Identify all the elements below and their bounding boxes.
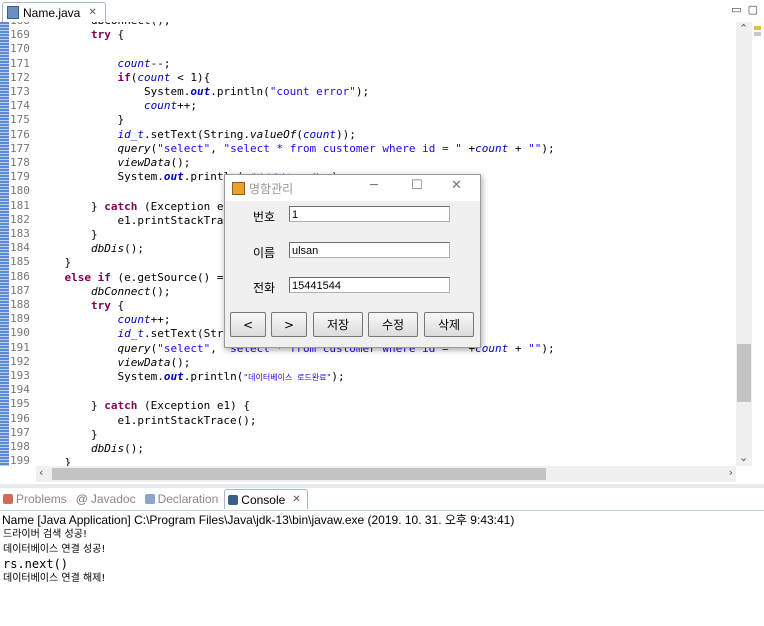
close-icon[interactable]: ✕ xyxy=(88,7,96,18)
tab-name-java[interactable]: Name.java ✕ xyxy=(2,2,106,22)
tab-problems[interactable]: Problems xyxy=(0,492,73,506)
name-field[interactable]: ulsan xyxy=(289,242,450,258)
editor-vertical-scrollbar[interactable]: ⌃ ⌄ xyxy=(736,22,752,466)
java-app-icon xyxy=(232,182,245,195)
line-number: 169 xyxy=(10,28,30,42)
close-icon[interactable]: ✕ xyxy=(292,494,300,505)
console-icon xyxy=(228,494,239,505)
prev-button[interactable]: < xyxy=(230,312,266,337)
declaration-icon xyxy=(144,494,155,504)
close-icon[interactable]: ✕ xyxy=(451,178,462,193)
line-number: 187 xyxy=(10,283,30,297)
console-line: rs.next() xyxy=(3,557,69,571)
editor-tab-bar: Name.java ✕ ▭ ▢ xyxy=(0,0,764,23)
line-number: 184 xyxy=(10,241,30,255)
tab-label: Name.java xyxy=(23,5,81,20)
number-field[interactable]: 1 xyxy=(289,206,450,222)
line-number: 170 xyxy=(10,42,30,56)
scroll-down-icon[interactable]: ⌄ xyxy=(739,451,748,464)
view-controls: ▭ ▢ xyxy=(731,3,758,16)
overview-marker[interactable] xyxy=(754,32,761,36)
save-button[interactable]: 저장 xyxy=(313,312,363,337)
tab-console[interactable]: Console ✕ xyxy=(224,489,308,509)
problems-icon xyxy=(3,494,13,504)
line-number: 175 xyxy=(10,113,30,127)
tab-label: Declaration xyxy=(157,492,219,506)
line-number: 176 xyxy=(10,127,30,141)
line-number: 194 xyxy=(10,383,30,397)
business-card-dialog[interactable]: 명함관리 ─ ☐ ✕ 번호 1 이름 ulsan 전화 15441544 < >… xyxy=(224,174,481,348)
editor-horizontal-scrollbar[interactable]: ‹ › xyxy=(36,466,736,482)
line-number-gutter: 1681691701711721731741751761771781791801… xyxy=(10,22,36,466)
line-number: 193 xyxy=(10,369,30,383)
line-number: 197 xyxy=(10,425,30,439)
line-number: 178 xyxy=(10,156,30,170)
line-number: 186 xyxy=(10,269,30,283)
line-number: 198 xyxy=(10,440,30,454)
line-number: 179 xyxy=(10,170,30,184)
overview-ruler xyxy=(752,22,764,466)
line-number: 199 xyxy=(10,454,30,466)
line-number: 190 xyxy=(10,326,30,340)
delete-button[interactable]: 삭제 xyxy=(424,312,474,337)
line-number: 182 xyxy=(10,212,30,226)
line-number: 195 xyxy=(10,397,30,411)
phone-field[interactable]: 15441544 xyxy=(289,277,450,293)
tab-label: Problems xyxy=(16,492,67,506)
maximize-icon[interactable]: ☐ xyxy=(411,178,423,193)
console-process-header: Name [Java Application] C:\Program Files… xyxy=(2,513,515,527)
name-label: 이름 xyxy=(253,246,276,260)
warning-marker[interactable] xyxy=(754,26,761,30)
edit-button[interactable]: 수정 xyxy=(368,312,418,337)
line-number: 192 xyxy=(10,354,30,368)
tab-label: Javadoc xyxy=(90,492,136,506)
dialog-title: 명함관리 xyxy=(249,182,294,196)
line-number: 177 xyxy=(10,141,30,155)
line-number: 173 xyxy=(10,85,30,99)
line-number: 181 xyxy=(10,198,30,212)
console-line: 데이터베이스 연결 성공! xyxy=(3,543,106,555)
console-line: 데이터베이스 연결 해제! xyxy=(3,572,106,584)
hscroll-thumb[interactable] xyxy=(52,468,546,480)
line-number: 185 xyxy=(10,255,30,269)
line-number: 174 xyxy=(10,99,30,113)
line-number: 189 xyxy=(10,312,30,326)
line-number: 183 xyxy=(10,227,30,241)
console-line: 드라이버 검색 성공! xyxy=(3,529,87,540)
tab-label: Console xyxy=(241,492,286,507)
line-number: 172 xyxy=(10,70,30,84)
tab-javadoc[interactable]: @ Javadoc xyxy=(73,492,142,506)
change-ruler xyxy=(0,22,9,466)
scroll-right-icon[interactable]: › xyxy=(729,466,733,479)
line-number: 180 xyxy=(10,184,30,198)
scroll-left-icon[interactable]: ‹ xyxy=(39,466,43,479)
minimize-icon[interactable]: ▭ xyxy=(731,3,741,16)
line-number: 171 xyxy=(10,56,30,70)
minimize-icon[interactable]: ─ xyxy=(370,178,378,193)
scroll-up-icon[interactable]: ⌃ xyxy=(739,22,748,35)
scroll-thumb[interactable] xyxy=(737,344,751,402)
tab-declaration[interactable]: Declaration xyxy=(142,492,225,506)
at-icon: @ xyxy=(75,492,88,506)
java-file-icon xyxy=(7,6,19,19)
next-button[interactable]: > xyxy=(271,312,307,337)
line-number: 196 xyxy=(10,411,30,425)
maximize-icon[interactable]: ▢ xyxy=(748,3,758,16)
line-number: 188 xyxy=(10,298,30,312)
phone-label: 전화 xyxy=(253,281,276,295)
console-output[interactable]: 드라이버 검색 성공! 데이터베이스 연결 성공! rs.next() 데이터베… xyxy=(3,528,105,586)
dialog-title-bar[interactable]: 명함관리 ─ ☐ ✕ xyxy=(225,175,480,201)
number-label: 번호 xyxy=(253,210,276,224)
line-number: 191 xyxy=(10,340,30,354)
bottom-panel-tabs: Problems @ Javadoc Declaration Console ✕ xyxy=(0,488,764,511)
